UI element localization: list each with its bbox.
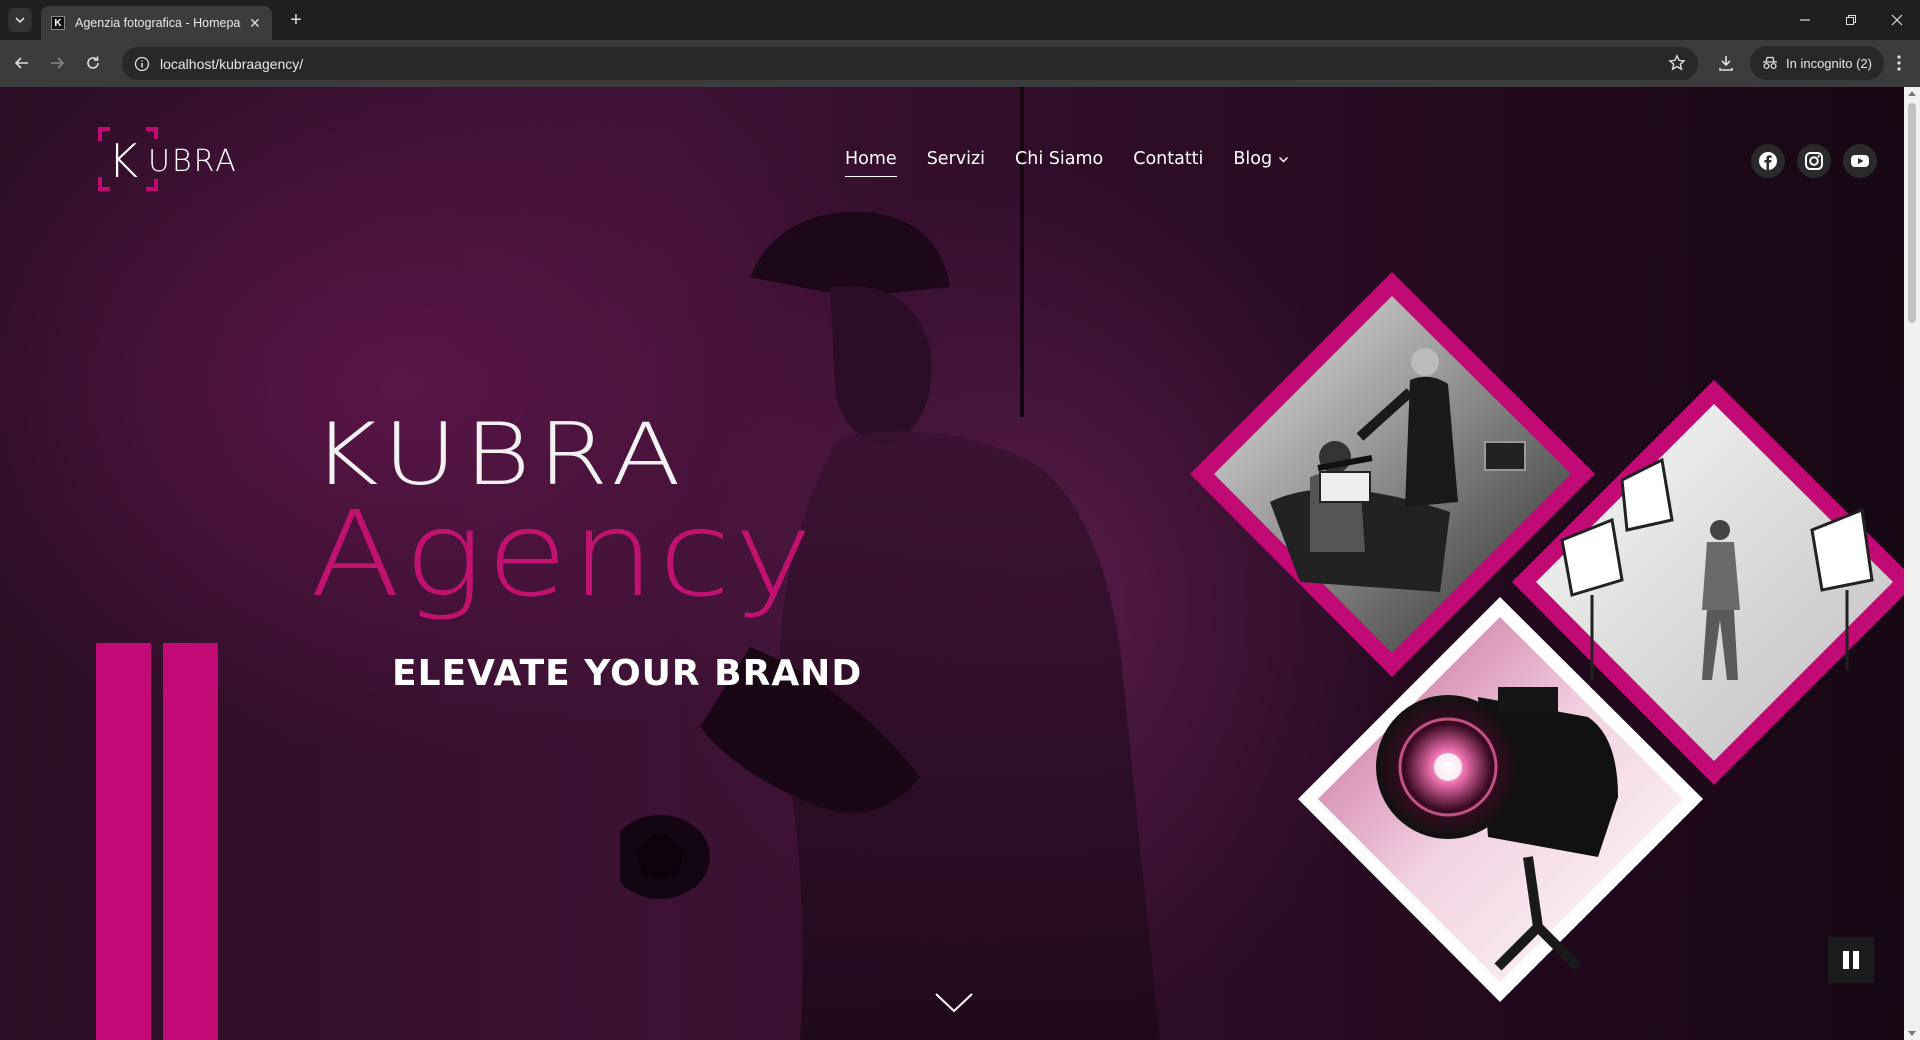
download-icon <box>1719 56 1733 71</box>
instagram-link[interactable] <box>1797 144 1831 178</box>
tab-close-icon[interactable]: ✕ <box>249 15 261 32</box>
hero-subtitle: Agency <box>310 485 816 623</box>
downloads-button[interactable] <box>1713 50 1739 76</box>
youtube-link[interactable] <box>1843 144 1877 178</box>
minimize-button[interactable] <box>1782 0 1828 40</box>
nav-item-contatti[interactable]: Contatti <box>1133 149 1203 169</box>
site-favicon-icon: K <box>51 16 65 30</box>
instagram-icon <box>1805 152 1823 170</box>
main-nav: Home Servizi Chi Siamo Contatti Blog <box>845 149 1289 177</box>
scroll-up-arrow-icon[interactable] <box>1908 91 1916 96</box>
slideshow-pause-button[interactable] <box>1828 937 1874 983</box>
incognito-label: In incognito (2) <box>1786 55 1872 71</box>
facebook-icon <box>1759 152 1777 170</box>
arrow-right-icon <box>51 57 65 69</box>
browser-tab[interactable]: K Agenzia fotografica - Homepage ✕ <box>41 6 272 40</box>
logo-text: UBRA <box>148 144 238 179</box>
browser-tab-bar: K Agenzia fotografica - Homepage ✕ + <box>0 0 1920 40</box>
pause-icon <box>1843 951 1859 969</box>
browser-toolbar: localhost/kubraagency/ In incognito (2) <box>0 40 1920 87</box>
reload-icon <box>87 56 99 69</box>
logo-k: K <box>108 134 138 188</box>
url-text[interactable]: localhost/kubraagency/ <box>160 56 303 72</box>
tab-search-button[interactable] <box>8 8 32 32</box>
tab-title: Agenzia fotografica - Homepage <box>75 16 241 30</box>
address-bar[interactable]: localhost/kubraagency/ <box>122 47 1698 80</box>
incognito-indicator[interactable]: In incognito (2) <box>1750 46 1884 80</box>
more-vert-icon <box>1897 55 1901 71</box>
nav-item-servizi[interactable]: Servizi <box>927 149 985 169</box>
incognito-icon <box>1763 56 1777 70</box>
nav-item-blog[interactable]: Blog <box>1233 149 1289 169</box>
scroll-down-chevron-icon[interactable] <box>934 991 974 1015</box>
diamond-photo-camera <box>1298 597 1703 1002</box>
site-info-icon[interactable] <box>134 56 150 72</box>
youtube-icon <box>1851 155 1869 167</box>
browser-menu-button[interactable] <box>1886 50 1912 76</box>
page-scrollbar[interactable] <box>1904 87 1920 1040</box>
restore-button[interactable] <box>1828 0 1874 40</box>
nav-item-blog-label: Blog <box>1233 149 1273 169</box>
decorative-bar-left <box>96 643 151 1040</box>
scroll-down-arrow-icon[interactable] <box>1908 1031 1916 1036</box>
decorative-bar-right <box>163 643 218 1040</box>
scrollbar-thumb[interactable] <box>1908 103 1916 323</box>
chevron-down-icon <box>15 17 25 24</box>
bookmark-star-icon[interactable] <box>1668 54 1686 72</box>
hero-tagline: ELEVATE YOUR BRAND <box>392 653 863 694</box>
forward-button[interactable] <box>44 50 70 76</box>
hero-section: K UBRA Home Servizi Chi Siamo Contatti B… <box>0 87 1904 1040</box>
new-tab-button[interactable]: + <box>284 8 308 32</box>
chevron-down-icon <box>1279 156 1289 163</box>
facebook-link[interactable] <box>1751 144 1785 178</box>
back-button[interactable] <box>9 50 35 76</box>
kubra-logo[interactable]: K UBRA <box>98 127 278 191</box>
nav-item-chi-siamo[interactable]: Chi Siamo <box>1015 149 1103 169</box>
nav-item-home[interactable]: Home <box>845 149 897 177</box>
reload-button[interactable] <box>80 50 106 76</box>
close-window-button[interactable] <box>1874 0 1920 40</box>
arrow-left-icon <box>14 57 28 69</box>
